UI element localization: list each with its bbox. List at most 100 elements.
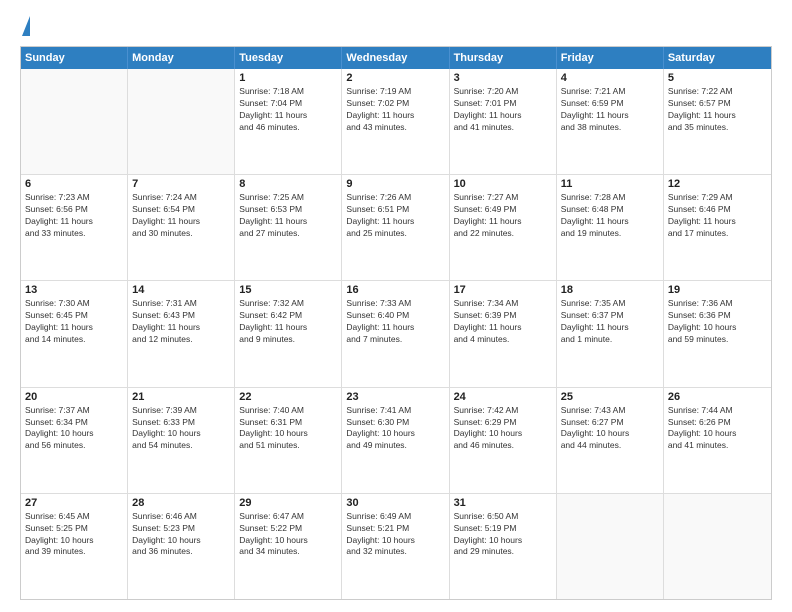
cell-content: Sunrise: 7:33 AMSunset: 6:40 PMDaylight:… xyxy=(346,298,444,346)
cal-cell-3-7: 19Sunrise: 7:36 AMSunset: 6:36 PMDayligh… xyxy=(664,281,771,386)
day-number: 4 xyxy=(561,72,659,84)
cal-cell-3-4: 16 Sunrise: 7:33 AMSunset: 6:40 PMDayligh… xyxy=(342,281,449,386)
cal-cell-4-6: 25 Sunrise: 7:43 AMSunset: 6:27 PMDayligh… xyxy=(557,388,664,493)
week-row-3: 13 Sunrise: 7:30 AMSunset: 6:45 PMDayligh… xyxy=(21,281,771,387)
cal-cell-1-2 xyxy=(128,69,235,174)
cal-cell-1-5: 3Sunrise: 7:20 AMSunset: 7:01 PMDaylight… xyxy=(450,69,557,174)
cal-cell-4-1: 20 Sunrise: 7:37 AMSunset: 6:34 PMDayligh… xyxy=(21,388,128,493)
cell-content: Sunrise: 7:24 AMSunset: 6:54 PMDaylight:… xyxy=(132,192,230,240)
cell-content: Sunrise: 7:25 AMSunset: 6:53 PMDaylight:… xyxy=(239,192,337,240)
cell-content: Sunrise: 7:36 AMSunset: 6:36 PMDaylight:… xyxy=(668,298,767,346)
cal-cell-2-7: 12 Sunrise: 7:29 AMSunset: 6:46 PMDayligh… xyxy=(664,175,771,280)
cal-cell-2-2: 7 Sunrise: 7:24 AMSunset: 6:54 PMDaylight… xyxy=(128,175,235,280)
cal-cell-1-1 xyxy=(21,69,128,174)
cell-content: Sunrise: 7:40 AMSunset: 6:31 PMDaylight:… xyxy=(239,405,337,453)
day-number: 7 xyxy=(132,178,230,190)
cell-content: Sunrise: 6:47 AMSunset: 5:22 PMDaylight:… xyxy=(239,511,337,559)
day-number: 13 xyxy=(25,284,123,296)
cal-cell-5-6 xyxy=(557,494,664,599)
cell-content: Sunrise: 7:43 AMSunset: 6:27 PMDaylight:… xyxy=(561,405,659,453)
cell-content: Sunrise: 6:45 AMSunset: 5:25 PMDaylight:… xyxy=(25,511,123,559)
day-number: 23 xyxy=(346,391,444,403)
cell-content: Sunrise: 7:37 AMSunset: 6:34 PMDaylight:… xyxy=(25,405,123,453)
day-number: 10 xyxy=(454,178,552,190)
cell-content: Sunrise: 7:44 AMSunset: 6:26 PMDaylight:… xyxy=(668,405,767,453)
cal-cell-5-3: 29Sunrise: 6:47 AMSunset: 5:22 PMDayligh… xyxy=(235,494,342,599)
day-number: 16 xyxy=(346,284,444,296)
cell-content: Sunrise: 7:32 AMSunset: 6:42 PMDaylight:… xyxy=(239,298,337,346)
day-number: 30 xyxy=(346,497,444,509)
cell-content: Sunrise: 7:34 AMSunset: 6:39 PMDaylight:… xyxy=(454,298,552,346)
cal-cell-3-2: 14Sunrise: 7:31 AMSunset: 6:43 PMDayligh… xyxy=(128,281,235,386)
cell-content: Sunrise: 7:41 AMSunset: 6:30 PMDaylight:… xyxy=(346,405,444,453)
cell-content: Sunrise: 6:46 AMSunset: 5:23 PMDaylight:… xyxy=(132,511,230,559)
cal-cell-1-6: 4 Sunrise: 7:21 AMSunset: 6:59 PMDaylight… xyxy=(557,69,664,174)
cal-cell-4-4: 23 Sunrise: 7:41 AMSunset: 6:30 PMDayligh… xyxy=(342,388,449,493)
week-row-4: 20 Sunrise: 7:37 AMSunset: 6:34 PMDayligh… xyxy=(21,388,771,494)
cal-cell-2-3: 8Sunrise: 7:25 AMSunset: 6:53 PMDaylight… xyxy=(235,175,342,280)
cal-cell-3-1: 13 Sunrise: 7:30 AMSunset: 6:45 PMDayligh… xyxy=(21,281,128,386)
weekday-header-wednesday: Wednesday xyxy=(342,47,449,69)
day-number: 26 xyxy=(668,391,767,403)
weekday-header-row: SundayMondayTuesdayWednesdayThursdayFrid… xyxy=(21,47,771,69)
weekday-header-monday: Monday xyxy=(128,47,235,69)
cal-cell-4-2: 21 Sunrise: 7:39 AMSunset: 6:33 PMDayligh… xyxy=(128,388,235,493)
cal-cell-4-7: 26 Sunrise: 7:44 AMSunset: 6:26 PMDayligh… xyxy=(664,388,771,493)
calendar: SundayMondayTuesdayWednesdayThursdayFrid… xyxy=(20,46,772,600)
day-number: 11 xyxy=(561,178,659,190)
weekday-header-thursday: Thursday xyxy=(450,47,557,69)
day-number: 28 xyxy=(132,497,230,509)
cell-content: Sunrise: 7:29 AMSunset: 6:46 PMDaylight:… xyxy=(668,192,767,240)
day-number: 31 xyxy=(454,497,552,509)
day-number: 5 xyxy=(668,72,767,84)
cal-cell-3-5: 17 Sunrise: 7:34 AMSunset: 6:39 PMDayligh… xyxy=(450,281,557,386)
cell-content: Sunrise: 7:39 AMSunset: 6:33 PMDaylight:… xyxy=(132,405,230,453)
day-number: 20 xyxy=(25,391,123,403)
cell-content: Sunrise: 7:30 AMSunset: 6:45 PMDaylight:… xyxy=(25,298,123,346)
day-number: 12 xyxy=(668,178,767,190)
day-number: 15 xyxy=(239,284,337,296)
cal-cell-4-5: 24 Sunrise: 7:42 AMSunset: 6:29 PMDayligh… xyxy=(450,388,557,493)
cal-cell-2-6: 11 Sunrise: 7:28 AMSunset: 6:48 PMDayligh… xyxy=(557,175,664,280)
week-row-5: 27 Sunrise: 6:45 AMSunset: 5:25 PMDayligh… xyxy=(21,494,771,599)
day-number: 27 xyxy=(25,497,123,509)
cell-content: Sunrise: 7:42 AMSunset: 6:29 PMDaylight:… xyxy=(454,405,552,453)
day-number: 9 xyxy=(346,178,444,190)
cell-content: Sunrise: 7:35 AMSunset: 6:37 PMDaylight:… xyxy=(561,298,659,346)
cal-cell-1-3: 1Sunrise: 7:18 AMSunset: 7:04 PMDaylight… xyxy=(235,69,342,174)
cell-content: Sunrise: 7:18 AMSunset: 7:04 PMDaylight:… xyxy=(239,86,337,134)
cell-content: Sunrise: 7:23 AMSunset: 6:56 PMDaylight:… xyxy=(25,192,123,240)
weekday-header-friday: Friday xyxy=(557,47,664,69)
day-number: 22 xyxy=(239,391,337,403)
cal-cell-1-4: 2 Sunrise: 7:19 AMSunset: 7:02 PMDaylight… xyxy=(342,69,449,174)
cell-content: Sunrise: 7:28 AMSunset: 6:48 PMDaylight:… xyxy=(561,192,659,240)
day-number: 2 xyxy=(346,72,444,84)
weekday-header-saturday: Saturday xyxy=(664,47,771,69)
cell-content: Sunrise: 7:26 AMSunset: 6:51 PMDaylight:… xyxy=(346,192,444,240)
cell-content: Sunrise: 6:49 AMSunset: 5:21 PMDaylight:… xyxy=(346,511,444,559)
calendar-body: 1Sunrise: 7:18 AMSunset: 7:04 PMDaylight… xyxy=(21,69,771,599)
cal-cell-5-2: 28 Sunrise: 6:46 AMSunset: 5:23 PMDayligh… xyxy=(128,494,235,599)
cell-content: Sunrise: 7:20 AMSunset: 7:01 PMDaylight:… xyxy=(454,86,552,134)
cell-content: Sunrise: 7:22 AMSunset: 6:57 PMDaylight:… xyxy=(668,86,767,134)
cal-cell-5-5: 31Sunrise: 6:50 AMSunset: 5:19 PMDayligh… xyxy=(450,494,557,599)
cal-cell-5-1: 27 Sunrise: 6:45 AMSunset: 5:25 PMDayligh… xyxy=(21,494,128,599)
logo xyxy=(20,16,30,36)
page: SundayMondayTuesdayWednesdayThursdayFrid… xyxy=(0,0,792,612)
day-number: 25 xyxy=(561,391,659,403)
day-number: 24 xyxy=(454,391,552,403)
cell-content: Sunrise: 7:31 AMSunset: 6:43 PMDaylight:… xyxy=(132,298,230,346)
cal-cell-2-1: 6Sunrise: 7:23 AMSunset: 6:56 PMDaylight… xyxy=(21,175,128,280)
cal-cell-3-3: 15 Sunrise: 7:32 AMSunset: 6:42 PMDayligh… xyxy=(235,281,342,386)
weekday-header-tuesday: Tuesday xyxy=(235,47,342,69)
day-number: 21 xyxy=(132,391,230,403)
cal-cell-1-7: 5 Sunrise: 7:22 AMSunset: 6:57 PMDaylight… xyxy=(664,69,771,174)
cal-cell-3-6: 18Sunrise: 7:35 AMSunset: 6:37 PMDayligh… xyxy=(557,281,664,386)
cal-cell-2-4: 9 Sunrise: 7:26 AMSunset: 6:51 PMDaylight… xyxy=(342,175,449,280)
cal-cell-5-4: 30 Sunrise: 6:49 AMSunset: 5:21 PMDayligh… xyxy=(342,494,449,599)
cell-content: Sunrise: 7:19 AMSunset: 7:02 PMDaylight:… xyxy=(346,86,444,134)
cell-content: Sunrise: 7:21 AMSunset: 6:59 PMDaylight:… xyxy=(561,86,659,134)
day-number: 17 xyxy=(454,284,552,296)
week-row-2: 6Sunrise: 7:23 AMSunset: 6:56 PMDaylight… xyxy=(21,175,771,281)
week-row-1: 1Sunrise: 7:18 AMSunset: 7:04 PMDaylight… xyxy=(21,69,771,175)
